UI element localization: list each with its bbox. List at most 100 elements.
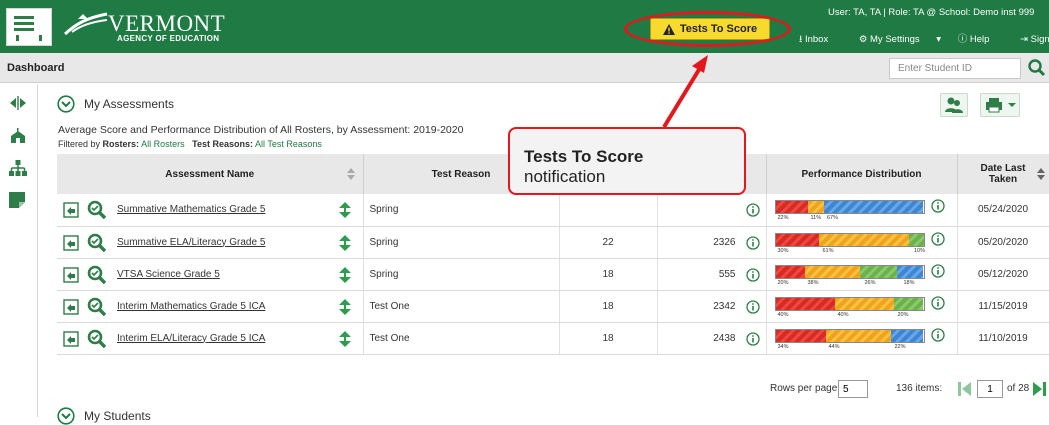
page-number-input[interactable] xyxy=(977,380,1003,398)
assessment-name-link[interactable]: Interim Mathematics Grade 5 ICA xyxy=(117,301,265,312)
perf-segment-orange xyxy=(825,329,891,342)
school-icon[interactable] xyxy=(9,128,27,144)
test-reason-cell: Spring xyxy=(363,194,560,227)
callout-subtitle: notification xyxy=(524,166,606,186)
avg-score: 555 xyxy=(718,268,736,280)
magnifier-icon[interactable] xyxy=(87,297,107,317)
report-icon[interactable] xyxy=(63,234,79,251)
perf-segment-blue xyxy=(897,265,924,278)
performance-bar[interactable] xyxy=(774,328,925,343)
rows-per-page-label: Rows per page: xyxy=(770,383,841,394)
signout-link[interactable]: ⇥ Sign Ou xyxy=(1020,34,1049,45)
info-icon[interactable] xyxy=(930,263,945,278)
rosters-filter-link[interactable]: All Rosters xyxy=(141,139,185,149)
logo-title: VERMONT xyxy=(108,11,226,36)
perf-label: 40% xyxy=(777,311,789,318)
reorder-arrows-icon[interactable] xyxy=(338,330,351,347)
assessment-name-link[interactable]: VTSA Science Grade 5 xyxy=(117,269,220,280)
menu-icon[interactable] xyxy=(6,8,52,46)
date-last-taken-cell: 05/24/2020 xyxy=(957,194,1049,227)
vermont-logo-icon xyxy=(64,12,108,36)
info-icon[interactable] xyxy=(745,267,760,282)
assessment-name-link[interactable]: Summative ELA/Literacy Grade 5 xyxy=(117,237,265,248)
col-header-assessment-name[interactable]: Assessment Name xyxy=(57,154,364,194)
info-icon[interactable] xyxy=(745,299,760,314)
magnifier-icon[interactable] xyxy=(87,329,107,349)
perf-label: 44% xyxy=(828,343,840,350)
perf-segment-red xyxy=(775,265,805,278)
assessment-name-link[interactable]: Interim ELA/Literacy Grade 5 ICA xyxy=(117,333,265,344)
magnifier-icon[interactable] xyxy=(87,200,107,220)
reasons-filter-link[interactable]: All Test Reasons xyxy=(255,139,322,149)
assessment-name-link[interactable]: Summative Mathematics Grade 5 xyxy=(117,204,265,215)
sort-icon xyxy=(346,168,355,180)
info-icon[interactable] xyxy=(745,331,760,346)
info-icon[interactable] xyxy=(745,203,760,217)
expand-collapse-icon[interactable] xyxy=(9,96,27,110)
perf-segment-blue xyxy=(824,201,924,213)
collapse-section-icon[interactable] xyxy=(57,95,75,113)
info-icon[interactable] xyxy=(745,235,760,250)
avg-score: 2342 xyxy=(713,300,736,312)
reorder-arrows-icon[interactable] xyxy=(338,202,351,218)
dashboard-bar: Dashboard xyxy=(0,53,1049,83)
info-icon[interactable] xyxy=(930,199,945,213)
avg-score: 2438 xyxy=(713,332,736,344)
collapse-section-icon[interactable] xyxy=(57,407,75,425)
test-reason-cell: Spring xyxy=(363,258,560,291)
top-links: ⭳ Inbox ⚙ My Settings ▾ ⓘ Help ⇥ Sign Ou xyxy=(799,31,1049,48)
rows-per-page-input[interactable] xyxy=(838,380,868,398)
magnifier-icon[interactable] xyxy=(87,265,107,285)
settings-link[interactable]: ⚙ My Settings ▾ xyxy=(859,34,941,45)
report-icon[interactable] xyxy=(63,298,79,315)
prev-page-icon[interactable] xyxy=(958,381,972,397)
sort-icon xyxy=(1036,168,1045,180)
reorder-arrows-icon[interactable] xyxy=(338,234,351,251)
perf-label: 40% xyxy=(837,311,849,318)
inbox-link[interactable]: ⭳ Inbox xyxy=(799,34,842,45)
table-row: Summative Mathematics Grade 5 Spring 22%… xyxy=(57,194,1049,227)
report-icon[interactable] xyxy=(63,202,79,218)
col-header-performance[interactable]: Performance Distribution xyxy=(766,154,958,194)
info-icon[interactable] xyxy=(930,327,945,342)
perf-segment-red xyxy=(775,233,820,246)
print-button[interactable] xyxy=(980,93,1020,117)
table-row: Interim Mathematics Grade 5 ICA Test One… xyxy=(57,290,1049,323)
people-button[interactable] xyxy=(940,93,968,117)
info-icon[interactable] xyxy=(930,295,945,310)
search-icon[interactable] xyxy=(1027,58,1047,78)
perf-label: 38% xyxy=(807,279,819,286)
students-cell: 18 xyxy=(559,290,658,323)
performance-bar[interactable] xyxy=(774,264,925,279)
hierarchy-icon[interactable] xyxy=(9,160,27,176)
next-page-icon[interactable] xyxy=(1032,381,1046,397)
magnifier-icon[interactable] xyxy=(87,233,107,253)
perf-segment-green xyxy=(859,265,898,278)
reorder-arrows-icon[interactable] xyxy=(338,298,351,315)
my-students-title: My Students xyxy=(84,409,151,423)
perf-label: 20% xyxy=(777,279,789,286)
table-row: Interim ELA/Literacy Grade 5 ICA Test On… xyxy=(57,322,1049,355)
performance-bar[interactable] xyxy=(774,232,925,247)
left-rail xyxy=(0,84,38,417)
page-total: of 28 xyxy=(1007,383,1030,394)
annotation-callout: Tests To Score notification xyxy=(508,127,746,195)
col-header-date-last-taken[interactable]: Date Last Taken xyxy=(957,154,1049,194)
info-icon[interactable] xyxy=(930,231,945,246)
perf-label: 22% xyxy=(777,215,789,221)
students-cell xyxy=(559,194,658,227)
perf-label: 34% xyxy=(777,343,789,350)
report-icon[interactable] xyxy=(63,266,79,283)
reorder-arrows-icon[interactable] xyxy=(338,266,351,283)
performance-bar[interactable] xyxy=(774,200,925,214)
student-id-input[interactable] xyxy=(889,58,1021,79)
section-title: My Assessments xyxy=(84,97,175,111)
report-icon[interactable] xyxy=(63,330,79,347)
perf-label: 67% xyxy=(827,215,839,221)
perf-segment-orange xyxy=(804,265,860,278)
help-link[interactable]: ⓘ Help xyxy=(958,34,1004,45)
table-row: Summative ELA/Literacy Grade 5 Spring 22… xyxy=(57,226,1049,259)
notes-icon[interactable] xyxy=(9,192,25,208)
perf-segment-red xyxy=(775,297,835,310)
performance-bar[interactable] xyxy=(774,296,925,311)
